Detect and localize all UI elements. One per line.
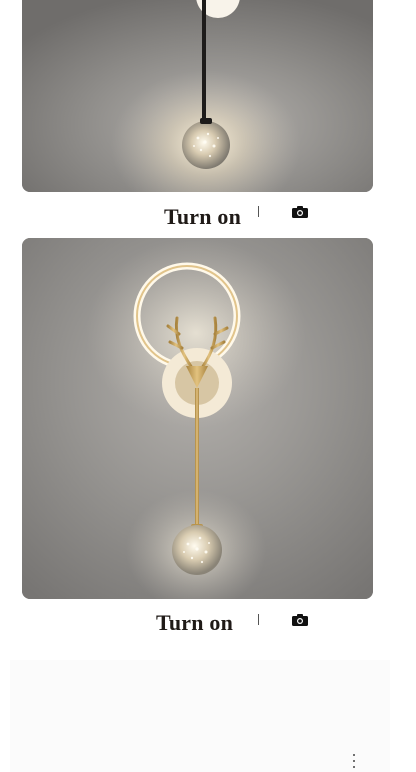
lamp-photo-1-image <box>22 0 373 192</box>
lamp-photo-2-image <box>22 238 373 599</box>
caption-divider <box>258 614 259 625</box>
caption-label: Turn on <box>164 204 242 229</box>
lamp-photo-2 <box>22 238 373 599</box>
caption-turn-on-1: Turn on <box>0 200 416 232</box>
caption-turn-on-2: Turn on <box>0 606 416 638</box>
caption-label: Turn on <box>156 610 234 635</box>
lamp-photo-1 <box>22 0 373 192</box>
more-vertical-icon[interactable] <box>350 752 358 772</box>
caption-divider <box>258 206 259 217</box>
camera-icon[interactable] <box>292 205 308 218</box>
camera-icon[interactable] <box>292 613 308 626</box>
bottom-blank-panel <box>10 660 390 772</box>
